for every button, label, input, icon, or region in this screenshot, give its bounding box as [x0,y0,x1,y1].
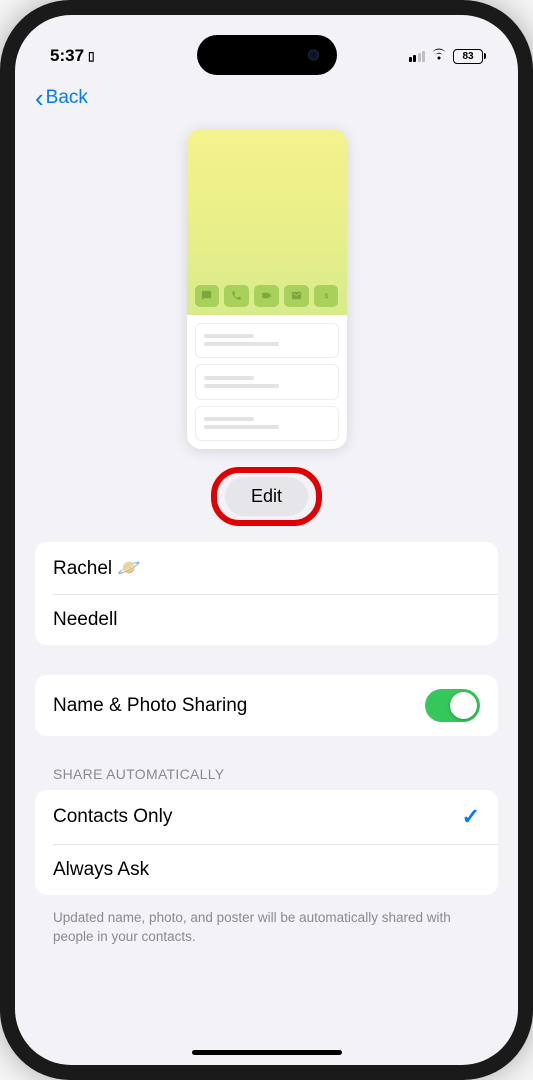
edit-label: Edit [251,486,282,506]
video-icon [254,285,279,307]
volume-up [0,250,2,320]
share-auto-card: Contacts Only ✓ Always Ask [35,790,498,895]
share-auto-header: SHARE AUTOMATICALLY [35,766,498,790]
wifi-icon [430,47,448,66]
last-name-value: Needell [53,609,117,631]
sharing-label: Name & Photo Sharing [53,695,247,717]
share-auto-footer: Updated name, photo, and poster will be … [35,901,498,947]
poster-action-row: $ [195,285,339,307]
volume-down [0,340,2,410]
silent-switch [0,180,2,220]
battery-icon: 83 [453,49,483,64]
sharing-toggle-row[interactable]: Name & Photo Sharing [35,675,498,736]
option-contacts-only[interactable]: Contacts Only ✓ [35,790,498,844]
dynamic-island [197,35,337,75]
option-label: Contacts Only [53,806,172,828]
chevron-left-icon: ‹ [35,85,44,111]
svg-text:$: $ [324,293,328,300]
portrait-lock-icon: ▯ [88,49,95,63]
home-indicator[interactable] [192,1050,342,1055]
back-button[interactable]: ‹ Back [15,75,518,119]
poster-info-rows [187,315,347,449]
message-icon [195,285,220,307]
first-name-value: Rachel 🪐 [53,556,141,580]
last-name-field[interactable]: Needell [35,595,498,645]
sharing-toggle[interactable] [425,689,480,722]
pay-icon: $ [314,285,339,307]
status-time: 5:37 [50,46,84,66]
name-card: Rachel 🪐 Needell [35,542,498,645]
poster-gradient: $ [187,129,347,315]
back-label: Back [46,87,88,109]
device-frame: 5:37 ▯ 83 ‹ Back [0,0,533,1080]
option-label: Always Ask [53,859,149,881]
mail-icon [284,285,309,307]
contact-poster-preview[interactable]: $ [187,129,347,449]
signal-icon [409,51,426,62]
screen: 5:37 ▯ 83 ‹ Back [15,15,518,1065]
edit-button[interactable]: Edit [225,477,308,516]
first-name-field[interactable]: Rachel 🪐 [35,542,498,594]
option-always-ask[interactable]: Always Ask [35,845,498,895]
call-icon [224,285,249,307]
checkmark-icon: ✓ [462,804,480,830]
sharing-card: Name & Photo Sharing [35,675,498,736]
